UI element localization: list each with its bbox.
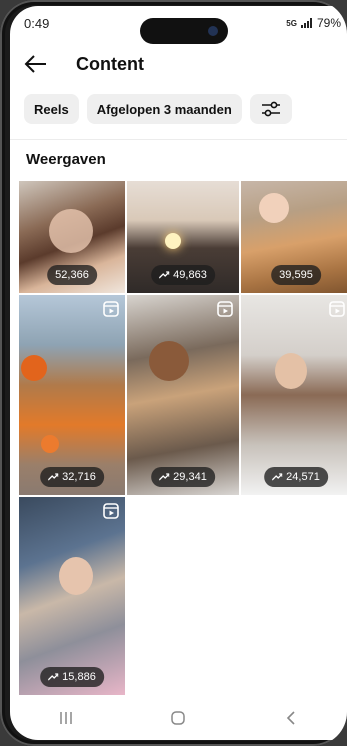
page-title: Content bbox=[76, 54, 144, 74]
screen: 0:49 5G 79% Content Reels Afgelopen 3 ma… bbox=[10, 6, 347, 740]
battery-label: 79% bbox=[316, 16, 341, 30]
status-time: 0:49 bbox=[24, 16, 50, 31]
views-badge: 24,571 bbox=[264, 467, 328, 487]
tile-artwork bbox=[165, 233, 181, 249]
views-count: 39,595 bbox=[279, 269, 313, 281]
recents-icon bbox=[60, 712, 72, 724]
filter-period-chip[interactable]: Afgelopen 3 maanden bbox=[86, 94, 242, 124]
filter-settings-button[interactable] bbox=[249, 94, 292, 124]
tile-artwork bbox=[259, 193, 289, 223]
tile-artwork bbox=[149, 341, 189, 381]
content-tile[interactable]: 24,571 bbox=[241, 295, 347, 495]
tile-artwork bbox=[49, 209, 93, 253]
nav-home-button[interactable] bbox=[158, 703, 198, 733]
trending-up-icon bbox=[272, 473, 283, 481]
arrow-left-icon bbox=[24, 55, 46, 73]
reel-icon bbox=[217, 301, 233, 317]
phone-frame: 0:49 5G 79% Content Reels Afgelopen 3 ma… bbox=[0, 0, 347, 746]
views-badge: 29,341 bbox=[151, 467, 215, 487]
views-count: 49,863 bbox=[173, 269, 207, 281]
network-label: 5G bbox=[286, 18, 297, 28]
system-nav-bar bbox=[10, 696, 347, 740]
trending-up-icon bbox=[159, 271, 170, 279]
views-count: 15,886 bbox=[62, 671, 96, 683]
app-header: Content bbox=[10, 44, 347, 84]
reel-icon bbox=[103, 503, 119, 519]
content-tile[interactable]: 29,341 bbox=[127, 295, 239, 495]
reel-icon bbox=[329, 301, 345, 317]
trending-up-icon bbox=[48, 473, 59, 481]
back-button[interactable] bbox=[24, 54, 48, 74]
nav-back-button[interactable] bbox=[271, 703, 311, 733]
status-indicators: 5G 79% bbox=[286, 16, 341, 30]
views-badge: 15,886 bbox=[40, 667, 104, 687]
filter-type-chip[interactable]: Reels bbox=[24, 94, 79, 124]
trending-up-icon bbox=[159, 473, 170, 481]
content-tile[interactable]: 32,716 bbox=[19, 295, 125, 495]
content-tile[interactable]: 52,366 bbox=[19, 181, 125, 293]
filter-row: Reels Afgelopen 3 maanden bbox=[24, 94, 292, 124]
views-count: 52,366 bbox=[55, 269, 89, 281]
views-badge: 39,595 bbox=[271, 265, 321, 285]
trending-up-icon bbox=[48, 673, 59, 681]
content-tile[interactable]: 39,595 bbox=[241, 181, 347, 293]
camera-notch bbox=[140, 18, 228, 44]
tile-artwork bbox=[59, 557, 93, 595]
sliders-icon bbox=[261, 101, 280, 117]
content-tile[interactable]: 49,863 bbox=[127, 181, 239, 293]
content-grid: 52,366 49,863 39,595 32,716 29,341 24,57… bbox=[19, 181, 347, 695]
home-circle-icon bbox=[171, 711, 186, 725]
tile-artwork bbox=[41, 435, 59, 453]
tile-artwork bbox=[275, 353, 307, 389]
views-count: 29,341 bbox=[173, 471, 207, 483]
status-bar: 0:49 5G 79% bbox=[10, 6, 347, 44]
signal-icon bbox=[300, 18, 312, 28]
nav-recents-button[interactable] bbox=[46, 703, 86, 733]
views-badge: 49,863 bbox=[151, 265, 215, 285]
views-badge: 32,716 bbox=[40, 467, 104, 487]
views-count: 32,716 bbox=[62, 471, 96, 483]
camera-icon bbox=[208, 26, 218, 36]
reel-icon bbox=[103, 301, 119, 317]
views-count: 24,571 bbox=[286, 471, 320, 483]
chevron-left-icon bbox=[286, 711, 295, 725]
content-tile[interactable]: 15,886 bbox=[19, 497, 125, 695]
views-badge: 52,366 bbox=[47, 265, 97, 285]
tile-artwork bbox=[21, 355, 47, 381]
divider bbox=[10, 139, 347, 140]
section-heading: Weergaven bbox=[26, 151, 106, 168]
